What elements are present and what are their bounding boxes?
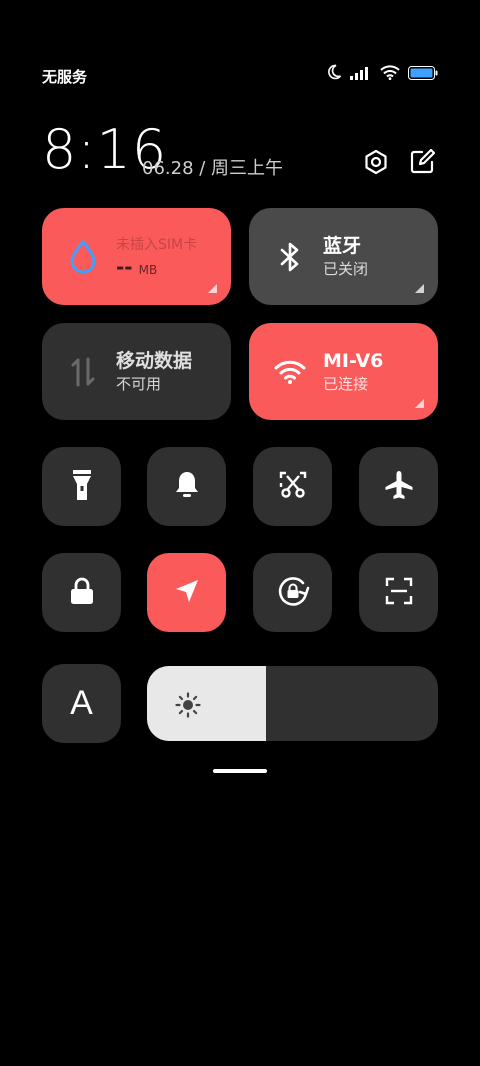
wifi-tile[interactable]: MI-V6 已连接 — [249, 323, 438, 420]
location-toggle[interactable] — [147, 553, 226, 632]
sim-tile-text: 未插入SIM卡 -- MB — [116, 235, 197, 279]
expand-corner-icon — [415, 284, 424, 293]
moon-icon — [326, 64, 342, 84]
sim-data-tile[interactable]: 未插入SIM卡 -- MB — [42, 208, 231, 305]
bluetooth-tile-status: 已关闭 — [323, 259, 369, 278]
sim-tile-title: 未插入SIM卡 — [116, 236, 198, 253]
flashlight-icon — [70, 468, 94, 506]
brightness-slider-fill — [147, 666, 267, 741]
mobile-data-tile-title: 移动数据 — [116, 349, 193, 372]
sim-usage-unit: MB — [138, 262, 158, 277]
bluetooth-tile-text: 蓝牙 已关闭 — [323, 234, 368, 280]
flashlight-toggle[interactable] — [42, 447, 121, 526]
location-arrow-icon — [173, 577, 201, 609]
ring-mode-toggle[interactable] — [147, 447, 226, 526]
data-arrows-icon — [66, 355, 100, 389]
data-drop-icon — [66, 239, 100, 274]
wifi-tile-title: MI-V6 — [323, 349, 384, 372]
lock-screen-toggle[interactable] — [42, 553, 121, 632]
font-size-button[interactable]: A — [42, 664, 121, 743]
edit-icon — [409, 148, 436, 179]
battery-icon — [408, 65, 438, 84]
carrier-label: 无服务 — [42, 68, 88, 86]
font-size-label: A — [70, 684, 93, 722]
airplane-icon — [383, 469, 415, 505]
bluetooth-icon — [273, 240, 307, 274]
sim-usage-value: -- — [116, 254, 133, 279]
scissors-screenshot-icon — [278, 470, 308, 504]
mobile-data-tile[interactable]: 移动数据 不可用 — [42, 323, 231, 420]
bluetooth-tile[interactable]: 蓝牙 已关闭 — [249, 208, 438, 305]
scanner-toggle[interactable] — [359, 553, 438, 632]
wifi-tile-text: MI-V6 已连接 — [323, 349, 383, 395]
scan-icon — [384, 576, 414, 610]
signal-icon — [350, 65, 372, 84]
bluetooth-tile-title: 蓝牙 — [323, 234, 362, 257]
rotation-lock-icon — [276, 574, 310, 612]
wifi-tile-status: 已连接 — [323, 374, 369, 393]
settings-icon — [362, 148, 390, 180]
airplane-mode-toggle[interactable] — [359, 447, 438, 526]
wifi-icon — [380, 64, 400, 84]
edit-button[interactable] — [406, 148, 438, 180]
sim-usage: -- MB — [116, 255, 197, 279]
wifi-icon — [273, 355, 307, 389]
rotation-lock-toggle[interactable] — [253, 553, 332, 632]
bell-icon — [173, 469, 201, 505]
clock-date: 06.28 / 周三上午 — [142, 158, 284, 179]
settings-button[interactable] — [360, 148, 392, 180]
expand-corner-icon — [208, 284, 217, 293]
sun-icon — [175, 692, 201, 722]
brightness-slider[interactable] — [147, 666, 438, 741]
mobile-data-tile-status: 不可用 — [116, 374, 162, 393]
screenshot-toggle[interactable] — [253, 447, 332, 526]
home-indicator[interactable] — [213, 769, 267, 773]
expand-corner-icon — [415, 399, 424, 408]
mobile-data-tile-text: 移动数据 不可用 — [116, 349, 192, 395]
status-icons — [326, 64, 438, 84]
lock-icon — [69, 577, 95, 609]
